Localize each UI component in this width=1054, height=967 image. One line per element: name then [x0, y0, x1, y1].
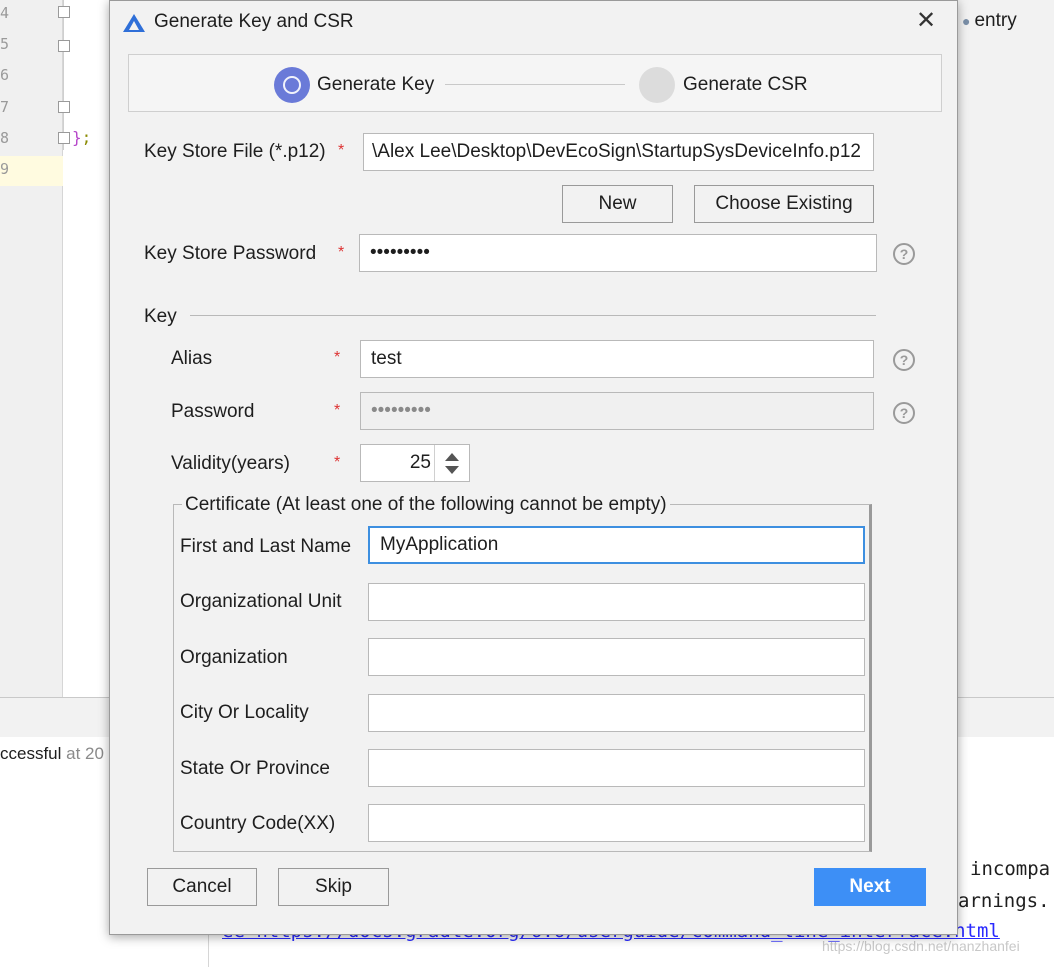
certificate-title: Certificate (At least one of the followi…: [182, 494, 670, 516]
required-mark: *: [334, 349, 341, 366]
project-panel: [958, 0, 1054, 697]
code-editor[interactable]: [63, 0, 110, 697]
module-icon: ●: [962, 13, 971, 29]
step-generate-key: Generate Key: [317, 74, 435, 95]
organization-input[interactable]: [368, 638, 865, 676]
wizard-steps: Generate Key Generate CSR: [128, 54, 942, 112]
fold-marker-icon[interactable]: [58, 40, 70, 52]
first-last-name-input[interactable]: MyApplication: [368, 526, 865, 564]
closing-brace: }: [72, 128, 82, 147]
validity-value: 25: [409, 452, 431, 473]
line-number: 9: [0, 160, 10, 178]
build-status-time: at 20: [66, 744, 104, 763]
validity-spinner[interactable]: 25: [360, 444, 470, 482]
fold-guide: [63, 0, 64, 150]
password-input[interactable]: •••••••••: [360, 392, 874, 430]
help-icon[interactable]: ?: [893, 349, 915, 371]
generate-key-dialog: Generate Key and CSR ✕ Generate Key Gene…: [109, 0, 958, 935]
city-label: City Or Locality: [180, 702, 309, 723]
step-active-icon: [274, 67, 310, 103]
dialog-title: Generate Key and CSR: [154, 11, 354, 32]
code-line: };: [72, 128, 91, 147]
country-code-label: Country Code(XX): [180, 813, 336, 834]
choose-existing-button[interactable]: Choose Existing: [694, 185, 874, 223]
organization-label: Organization: [180, 647, 288, 668]
required-mark: *: [338, 142, 345, 159]
password-label: Password: [171, 401, 255, 422]
spinner-down-icon[interactable]: [445, 466, 459, 474]
cancel-button[interactable]: Cancel: [147, 868, 257, 906]
skip-button[interactable]: Skip: [278, 868, 389, 906]
semicolon: ;: [81, 128, 92, 147]
spinner-arrows[interactable]: [434, 445, 469, 481]
keystore-file-label: Key Store File (*.p12): [144, 141, 326, 162]
spinner-up-icon[interactable]: [445, 453, 459, 461]
next-button[interactable]: Next: [814, 868, 926, 906]
state-label: State Or Province: [180, 758, 330, 779]
help-icon[interactable]: ?: [893, 402, 915, 424]
alias-label: Alias: [171, 348, 213, 369]
keystore-password-label: Key Store Password: [144, 243, 317, 264]
key-section-divider: [190, 315, 876, 316]
first-last-name-label: First and Last Name: [180, 536, 352, 557]
keystore-file-input[interactable]: \Alex Lee\Desktop\DevEcoSign\StartupSysD…: [363, 133, 874, 171]
module-entry[interactable]: ● entry: [962, 10, 1017, 32]
org-unit-input[interactable]: [368, 583, 865, 621]
required-mark: *: [334, 402, 341, 419]
module-entry-label: entry: [974, 10, 1017, 31]
fold-marker-icon[interactable]: [58, 101, 70, 113]
line-number: 7: [0, 98, 10, 116]
editor-gutter: 4 5 6 7 8: [0, 0, 63, 697]
org-unit-label: Organizational Unit: [180, 591, 342, 612]
keystore-password-input[interactable]: •••••••••: [359, 234, 877, 272]
step-inactive-icon: [639, 67, 675, 103]
new-button[interactable]: New: [562, 185, 673, 223]
close-icon[interactable]: ✕: [914, 9, 938, 33]
watermark: https://blog.csdn.net/nanzhanfei: [822, 938, 1020, 954]
help-icon[interactable]: ?: [893, 243, 915, 265]
console-line: arnings.: [958, 890, 1050, 912]
required-mark: *: [334, 454, 341, 471]
line-number: 5: [0, 35, 10, 53]
build-status[interactable]: ccessful at 20: [0, 744, 104, 764]
console-line: incompa: [970, 858, 1051, 880]
key-section-title: Key: [144, 306, 177, 327]
city-input[interactable]: [368, 694, 865, 732]
alias-input[interactable]: test: [360, 340, 874, 378]
state-input[interactable]: [368, 749, 865, 787]
fold-marker-icon[interactable]: [58, 6, 70, 18]
line-number: 8: [0, 129, 10, 147]
step-separator: [445, 84, 625, 85]
step-generate-csr: Generate CSR: [683, 74, 808, 95]
validity-label: Validity(years): [171, 453, 290, 474]
deveco-logo-icon: [123, 14, 145, 32]
required-mark: *: [338, 244, 345, 261]
line-number: 6: [0, 66, 10, 84]
country-code-input[interactable]: [368, 804, 865, 842]
fold-marker-icon[interactable]: [58, 132, 70, 144]
build-status-text: ccessful: [0, 744, 62, 763]
line-number: 4: [0, 4, 10, 22]
